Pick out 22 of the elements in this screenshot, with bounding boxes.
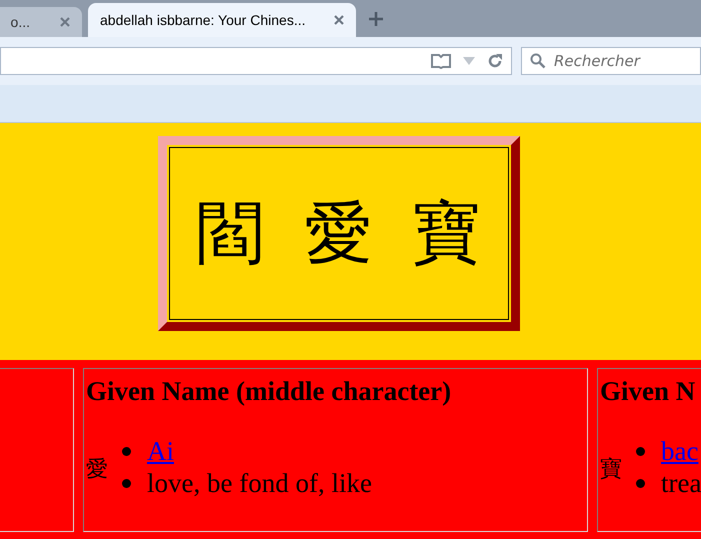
book-icon[interactable]: [431, 53, 451, 69]
search-field[interactable]: Rechercher: [521, 47, 701, 75]
dropdown-icon[interactable]: [463, 57, 475, 65]
bullet-icon: [122, 478, 131, 488]
cell-heading: Given Name (middle character): [86, 375, 452, 408]
close-icon[interactable]: [334, 15, 344, 25]
address-field[interactable]: [0, 47, 512, 75]
search-icon: [530, 53, 546, 69]
cell-heading: Given N: [600, 375, 696, 408]
bullet-icon: [636, 478, 645, 488]
chinese-character: 寶: [600, 456, 622, 484]
banner-character: 寶: [412, 200, 480, 268]
banner-character: 閻: [196, 200, 264, 268]
bullet-icon: [122, 446, 131, 456]
new-tab-icon[interactable]: [369, 12, 383, 26]
browser-tab[interactable]: o...: [0, 7, 82, 37]
reload-icon[interactable]: [487, 53, 503, 69]
bullet-icon: [636, 446, 645, 456]
close-icon[interactable]: [60, 17, 70, 27]
chinese-character: 愛: [86, 456, 108, 484]
browser-tab[interactable]: abdellah isbbarne: Your Chines...: [88, 3, 356, 37]
banner-character: 愛: [304, 200, 372, 268]
